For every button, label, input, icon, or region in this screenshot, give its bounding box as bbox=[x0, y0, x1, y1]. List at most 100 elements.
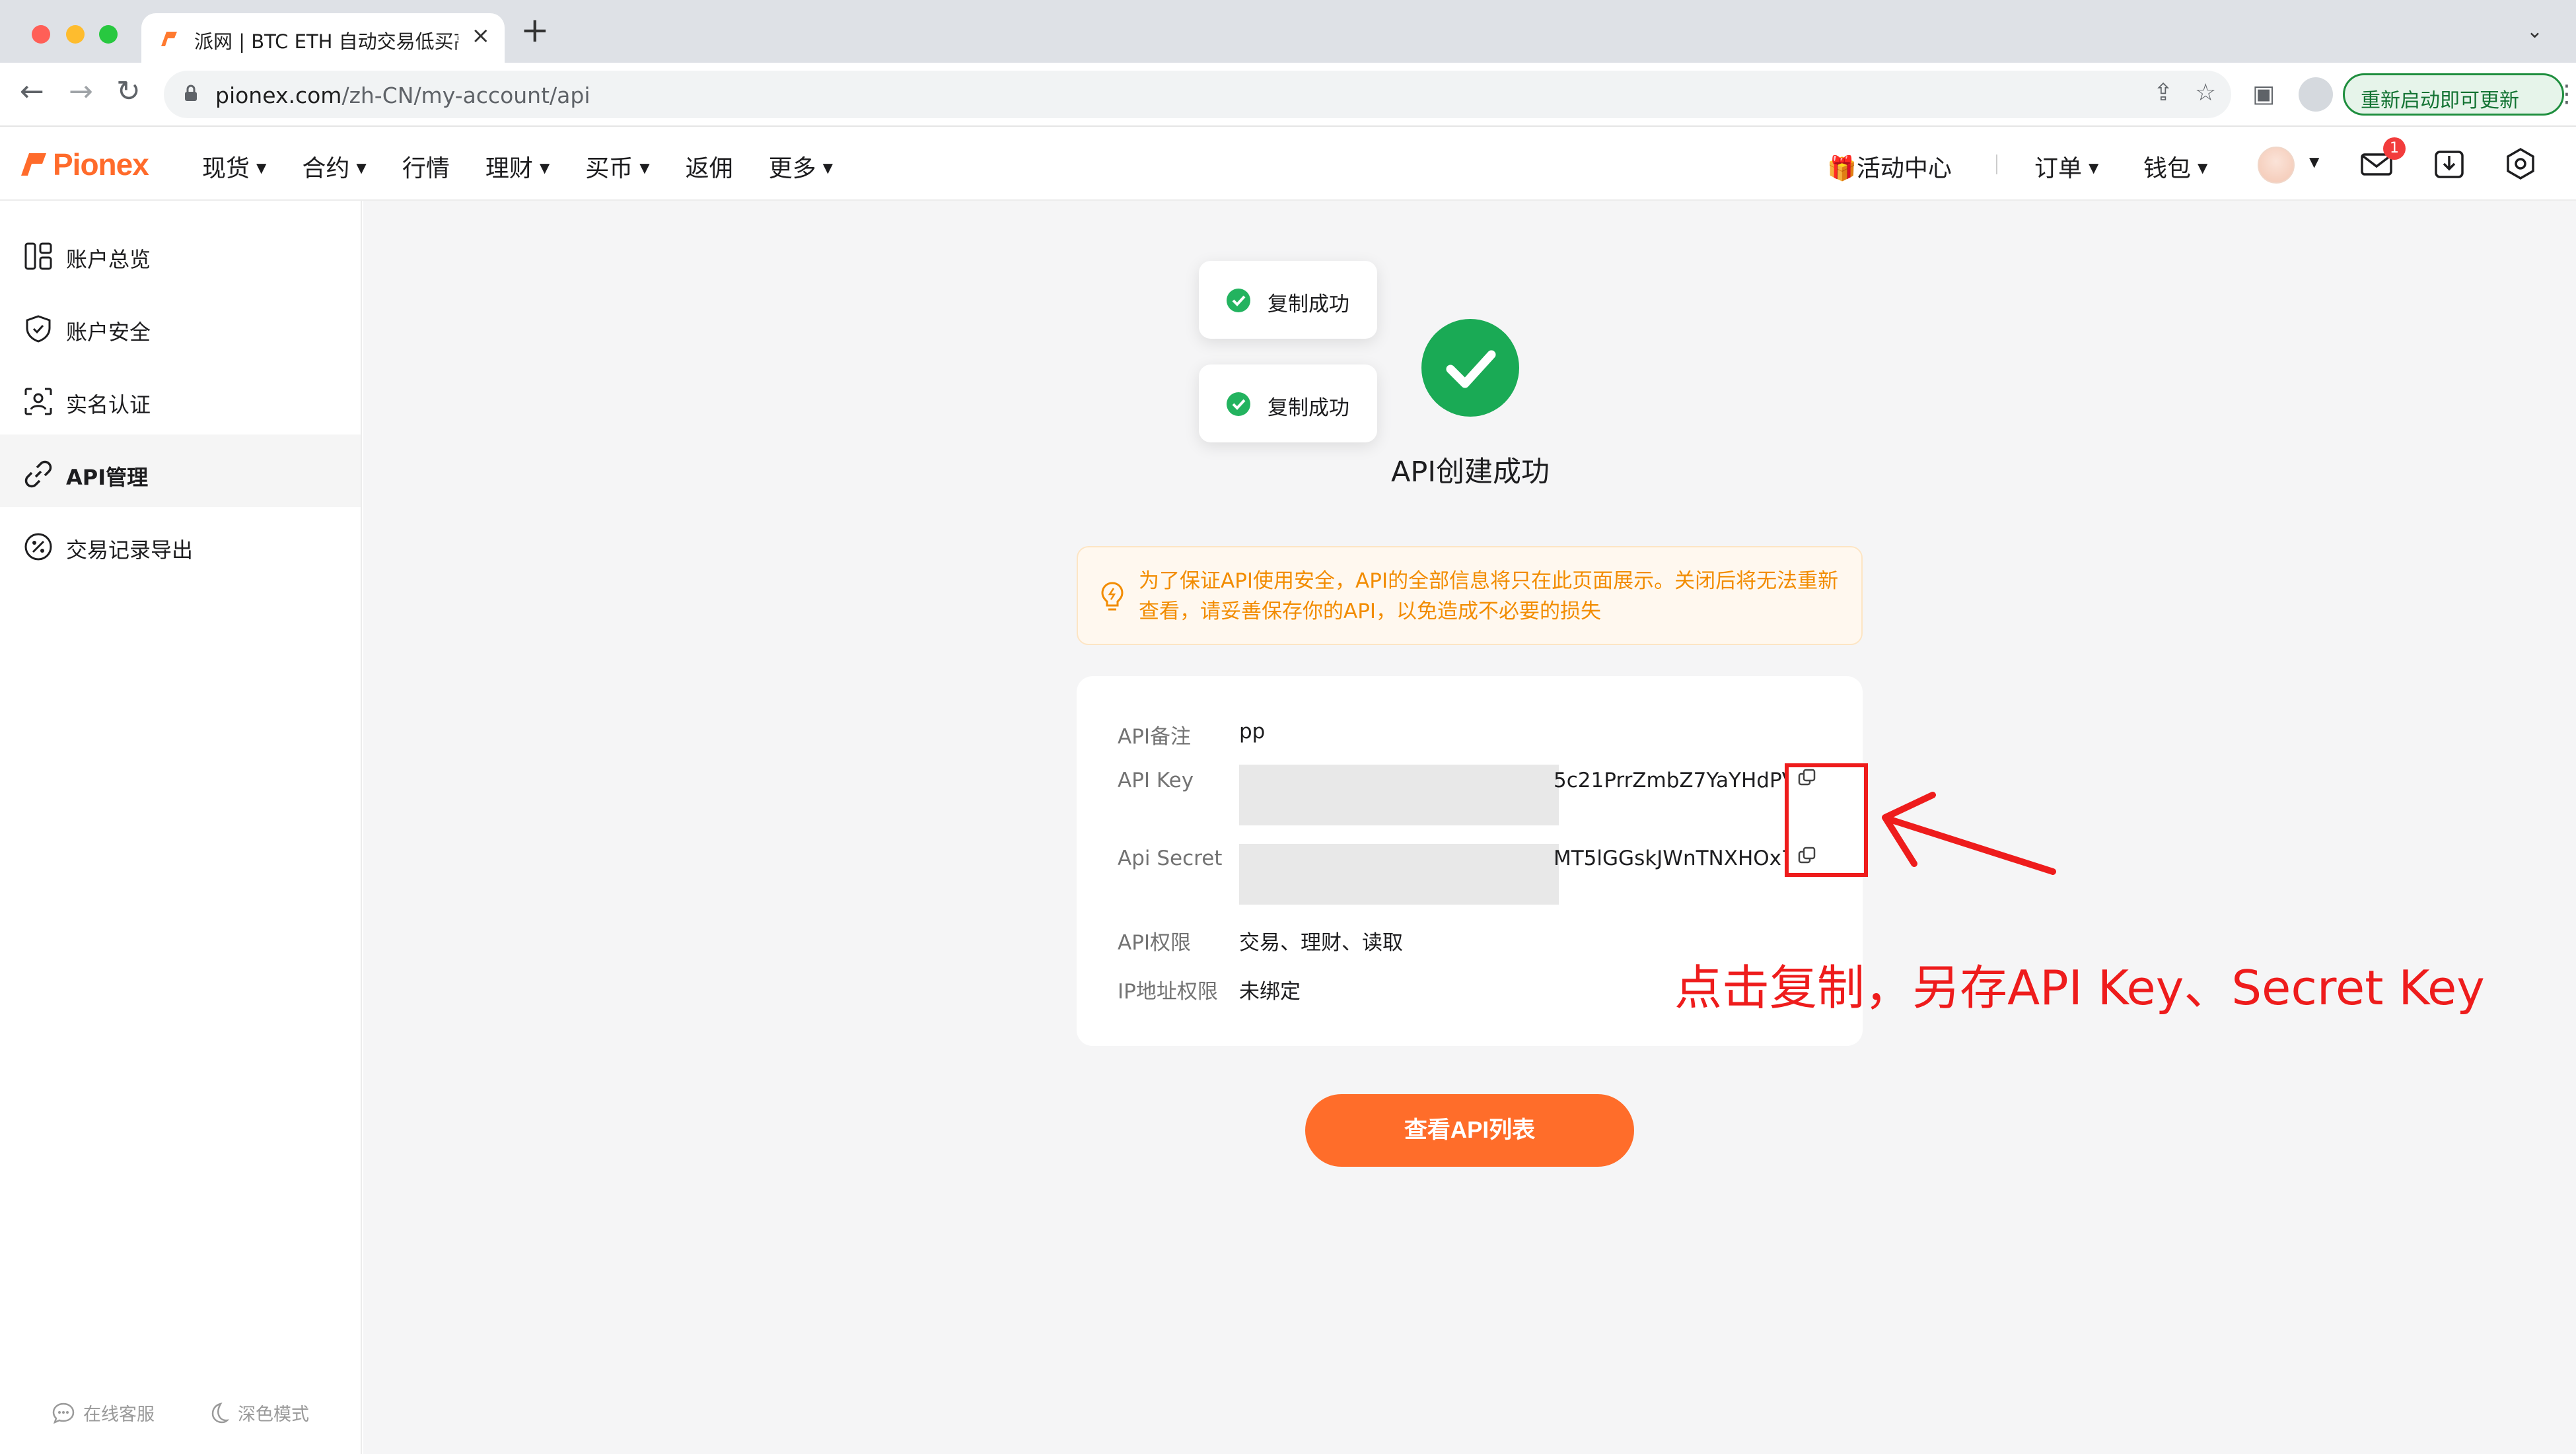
user-avatar[interactable] bbox=[2258, 147, 2295, 184]
address-bar[interactable]: pionex.com/zh-CN/my-account/api ⇪ ☆ bbox=[164, 71, 2231, 118]
activity-center-link[interactable]: 🎁活动中心 bbox=[1827, 149, 1952, 184]
pionex-logo[interactable]: Pionex bbox=[18, 147, 149, 182]
caret-down-icon: ▼ bbox=[2198, 160, 2208, 176]
link-icon bbox=[24, 460, 52, 488]
profile-avatar-icon[interactable] bbox=[2299, 77, 2333, 112]
ip-permission-value: 未绑定 bbox=[1239, 980, 1301, 1004]
sidebar-item-trade-export[interactable]: 交易记录导出 bbox=[0, 507, 361, 580]
shield-icon bbox=[26, 315, 51, 343]
toast-copy-success: 复制成功 bbox=[1199, 261, 1377, 339]
dashboard-icon bbox=[24, 242, 52, 270]
nav-buy-crypto[interactable]: 买币 ▼ bbox=[585, 149, 649, 184]
toast-text: 复制成功 bbox=[1268, 293, 1349, 316]
tab-close-icon[interactable]: × bbox=[472, 22, 491, 49]
tab-title: 派网 | BTC ETH 自动交易低买高卖 bbox=[194, 30, 458, 53]
annotation-text: 点击复制，另存API Key、Secret Key bbox=[1674, 960, 2485, 1016]
sidebar-item-label: API管理 bbox=[66, 465, 149, 490]
tab-search-chevron-icon[interactable]: ⌄ bbox=[2526, 20, 2543, 43]
toast-copy-success: 复制成功 bbox=[1199, 364, 1377, 442]
side-panel-icon[interactable]: ▣ bbox=[2252, 83, 2275, 106]
success-check-icon bbox=[1227, 392, 1250, 416]
ip-permission-label: IP地址权限 bbox=[1118, 980, 1218, 1004]
forward-icon[interactable]: → bbox=[69, 77, 93, 106]
main-nav: 现货 ▼ 合约 ▼ 行情 理财 ▼ 买币 ▼ 返佣 更多 ▼ bbox=[202, 149, 869, 184]
nav-referral[interactable]: 返佣 bbox=[686, 149, 733, 184]
sidebar-item-label: 账户安全 bbox=[66, 320, 151, 345]
account-menu-caret-icon[interactable]: ▼ bbox=[2309, 149, 2319, 176]
window-close-button[interactable] bbox=[32, 25, 50, 44]
account-sidebar: 账户总览 账户安全 实名认证 API管理 交易记录导出 在线客服 深色模式 bbox=[0, 201, 362, 1454]
annotation-highlight-box bbox=[1785, 763, 1868, 877]
sidebar-item-overview[interactable]: 账户总览 bbox=[0, 217, 361, 289]
api-key-value: 5c21PrrZmbZ7YaYHdPV bbox=[1554, 769, 1785, 792]
nav-futures[interactable]: 合约 ▼ bbox=[302, 149, 366, 184]
api-note-label: API备注 bbox=[1118, 725, 1192, 749]
security-notice: 为了保证API使用安全，API的全部信息将只在此页面展示。关闭后将无法重新查看，… bbox=[1077, 546, 1863, 645]
site-header: Pionex 现货 ▼ 合约 ▼ 行情 理财 ▼ 买币 ▼ 返佣 更多 ▼ 🎁活动中心 订… bbox=[0, 127, 2576, 201]
logo-text: Pionex bbox=[53, 147, 149, 182]
notice-text: 为了保证API使用安全，API的全部信息将只在此页面展示。关闭后将无法重新查看，… bbox=[1139, 569, 1839, 623]
share-icon[interactable]: ⇪ bbox=[2153, 81, 2173, 105]
back-icon[interactable]: ← bbox=[20, 77, 44, 106]
api-permission-label: API权限 bbox=[1118, 931, 1192, 955]
success-check-icon bbox=[1227, 289, 1250, 312]
online-support-link[interactable]: 在线客服 bbox=[52, 1400, 155, 1426]
settings-icon[interactable] bbox=[2503, 147, 2538, 181]
download-app-icon[interactable] bbox=[2432, 147, 2466, 181]
mail-badge: 1 bbox=[2383, 137, 2406, 160]
wallet-menu[interactable]: 钱包 ▼ bbox=[2143, 149, 2207, 184]
nav-earn[interactable]: 理财 ▼ bbox=[485, 149, 550, 184]
dark-mode-label: 深色模式 bbox=[238, 1404, 309, 1425]
dark-mode-toggle[interactable]: 深色模式 bbox=[206, 1400, 309, 1426]
api-secret-value: MT5lGGskJWnTNXHOx7 bbox=[1554, 847, 1785, 870]
caret-down-icon: ▼ bbox=[639, 160, 650, 176]
success-title: API创建成功 bbox=[1390, 456, 1550, 489]
reload-icon[interactable]: ↻ bbox=[116, 77, 141, 106]
bookmark-star-icon[interactable]: ☆ bbox=[2195, 81, 2216, 105]
window-zoom-button[interactable] bbox=[99, 25, 118, 44]
api-secret-label: Api Secret bbox=[1118, 847, 1223, 870]
pionex-logo-icon bbox=[21, 153, 46, 176]
caret-down-icon: ▼ bbox=[356, 160, 367, 176]
update-chrome-button[interactable]: 重新启动即可更新 bbox=[2343, 73, 2564, 116]
nav-spot[interactable]: 现货 ▼ bbox=[202, 149, 266, 184]
annotation-arrow-icon bbox=[1882, 792, 2056, 875]
success-check-icon bbox=[1421, 319, 1519, 417]
browser-tab[interactable]: 派网 | BTC ETH 自动交易低买高卖 × bbox=[141, 13, 505, 63]
gift-icon: 🎁 bbox=[1827, 155, 1857, 182]
url-text: pionex.com/zh-CN/my-account/api bbox=[215, 83, 590, 108]
lock-icon bbox=[185, 85, 197, 101]
api-key-label: API Key bbox=[1118, 769, 1194, 792]
caret-down-icon: ▼ bbox=[256, 160, 267, 176]
caret-down-icon: ▼ bbox=[822, 160, 834, 176]
api-key-redaction bbox=[1239, 765, 1559, 825]
sidebar-item-label: 实名认证 bbox=[66, 392, 151, 417]
browser-menu-icon[interactable]: ⋮ bbox=[2555, 83, 2576, 106]
nav-markets[interactable]: 行情 bbox=[402, 149, 450, 184]
support-label: 在线客服 bbox=[83, 1404, 155, 1425]
api-note-value: pp bbox=[1239, 720, 1266, 744]
sidebar-item-security[interactable]: 账户安全 bbox=[0, 289, 361, 362]
api-permission-value: 交易、理财、读取 bbox=[1239, 931, 1403, 955]
browser-tab-bar: 派网 | BTC ETH 自动交易低买高卖 × + ⌄ bbox=[0, 0, 2576, 63]
nav-more[interactable]: 更多 ▼ bbox=[769, 149, 833, 184]
sidebar-item-api-management[interactable]: API管理 bbox=[0, 434, 361, 507]
pionex-favicon-icon bbox=[161, 32, 177, 46]
sidebar-item-label: 账户总览 bbox=[66, 247, 151, 272]
orders-menu[interactable]: 订单 ▼ bbox=[2034, 149, 2098, 184]
new-tab-button[interactable]: + bbox=[520, 13, 550, 48]
chat-icon bbox=[52, 1402, 75, 1424]
lightbulb-icon bbox=[1101, 582, 1124, 611]
view-api-list-button[interactable]: 查看API列表 bbox=[1305, 1094, 1634, 1167]
caret-down-icon: ▼ bbox=[539, 160, 550, 176]
caret-down-icon: ▼ bbox=[2089, 160, 2099, 176]
window-minimize-button[interactable] bbox=[66, 25, 85, 44]
toast-text: 复制成功 bbox=[1268, 396, 1349, 420]
header-divider bbox=[1996, 155, 1997, 174]
moon-icon bbox=[211, 1402, 230, 1423]
browser-toolbar: ← → ↻ pionex.com/zh-CN/my-account/api ⇪ … bbox=[0, 63, 2576, 127]
sidebar-item-label: 交易记录导出 bbox=[66, 537, 194, 563]
percent-icon bbox=[24, 533, 52, 561]
api-secret-redaction bbox=[1239, 844, 1559, 905]
sidebar-item-kyc[interactable]: 实名认证 bbox=[0, 362, 361, 434]
